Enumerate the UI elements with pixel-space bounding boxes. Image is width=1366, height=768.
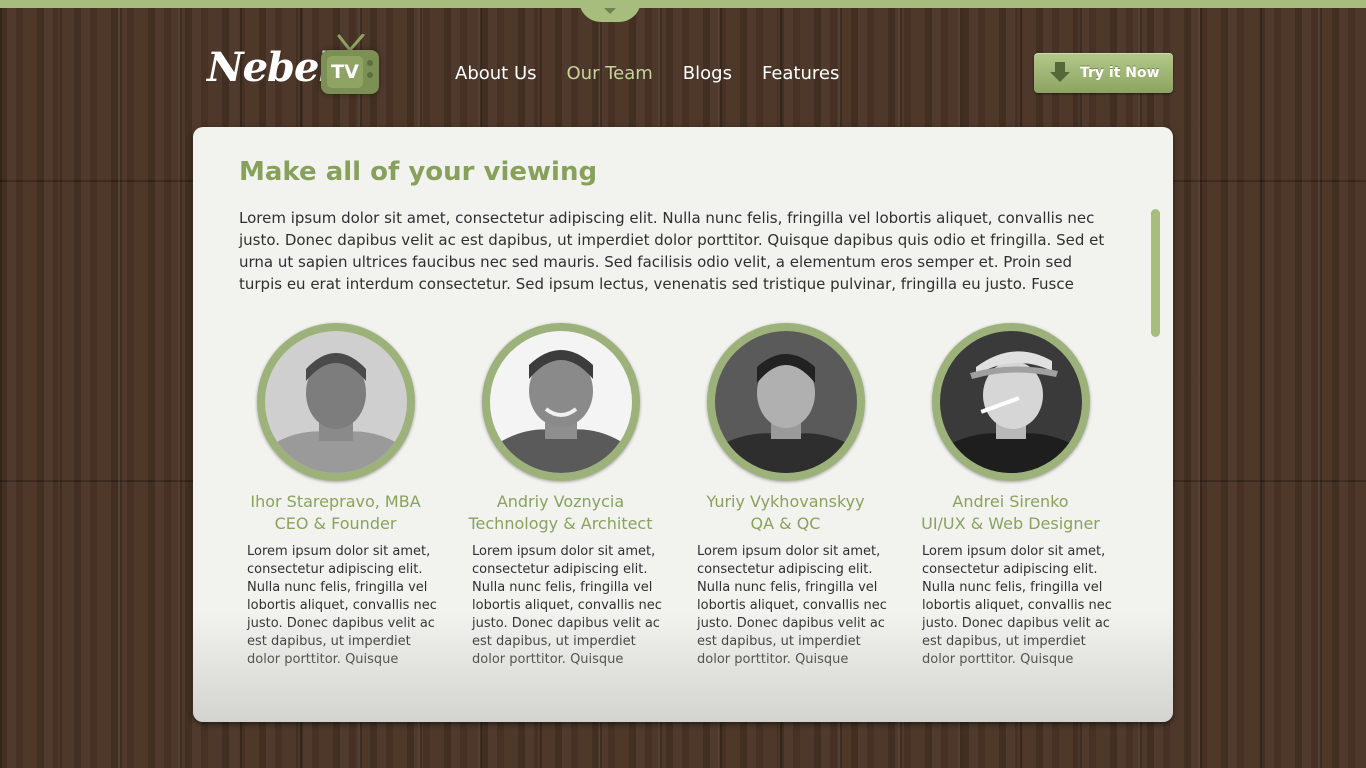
member-role: CEO & Founder xyxy=(274,514,397,533)
page-title: Make all of your viewing xyxy=(239,157,598,187)
member-role: QA & QC xyxy=(750,514,821,533)
intro-text: Lorem ipsum dolor sit amet, consectetur … xyxy=(239,209,1105,293)
member-name: Yuriy Vykhovanskyy xyxy=(706,492,865,511)
member-name: Andriy Voznycia xyxy=(496,492,625,511)
team-grid: Ihor Starepravo, MBA CEO & Founder Lorem… xyxy=(193,323,1173,683)
member-role: UI/UX & Web Designer xyxy=(921,514,1100,533)
member-name: Ihor Starepravo, MBA xyxy=(250,492,421,511)
tv-knob-icon xyxy=(367,60,373,66)
content-panel: Make all of your viewing Lorem ipsum dol… xyxy=(193,127,1173,722)
tv-icon: TV xyxy=(321,50,379,94)
try-it-now-label: Try it Now xyxy=(1080,65,1160,81)
avatar[interactable] xyxy=(932,323,1090,481)
member-name: Andrei Sirenko xyxy=(952,492,1069,511)
tv-knob-icon xyxy=(367,72,373,78)
avatar[interactable] xyxy=(482,323,640,481)
try-it-now-button[interactable]: Try it Now xyxy=(1034,53,1173,93)
tv-badge: TV xyxy=(327,56,363,88)
top-pull-tab[interactable] xyxy=(579,0,641,22)
logo[interactable]: Nebel. TV xyxy=(205,34,385,100)
main-nav: About Us Our Team Blogs Features xyxy=(455,62,839,86)
member-photo xyxy=(715,331,857,473)
nav-item-our-team[interactable]: Our Team xyxy=(567,62,653,86)
member-bio: Lorem ipsum dolor sit amet, consectetur … xyxy=(922,544,1112,667)
member-photo xyxy=(490,331,632,473)
avatar[interactable] xyxy=(707,323,865,481)
nav-item-about-us[interactable]: About Us xyxy=(455,62,537,86)
member-bio: Lorem ipsum dolor sit amet, consectetur … xyxy=(472,544,662,667)
member-bio: Lorem ipsum dolor sit amet, consectetur … xyxy=(247,544,437,667)
member-photo xyxy=(265,331,407,473)
top-accent-bar xyxy=(0,0,1366,8)
download-arrow-icon xyxy=(1050,62,1070,84)
member-bio: Lorem ipsum dolor sit amet, consectetur … xyxy=(697,544,887,667)
member-role: Technology & Architect xyxy=(468,514,653,533)
chevron-down-icon xyxy=(604,8,616,14)
nav-item-features[interactable]: Features xyxy=(762,62,839,86)
scrollbar-thumb[interactable] xyxy=(1151,209,1160,337)
nav-item-blogs[interactable]: Blogs xyxy=(683,62,732,86)
avatar[interactable] xyxy=(257,323,415,481)
member-photo xyxy=(940,331,1082,473)
